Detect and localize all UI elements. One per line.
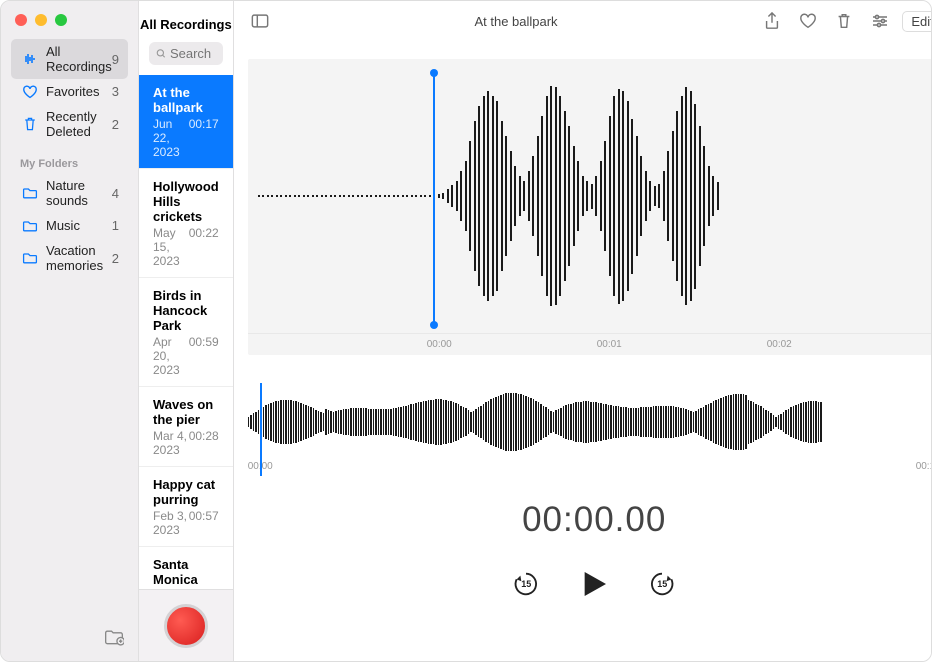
skip-forward-button[interactable]: 15 [648, 570, 676, 598]
overview-timeline: 00:00 00:17 [248, 461, 932, 472]
search-icon [156, 47, 166, 60]
recording-item-date: Feb 3, 2023 [153, 509, 189, 537]
recording-item-title: Birds in Hancock Park [153, 288, 219, 333]
recording-item-title: Hollywood Hills crickets [153, 179, 219, 224]
playback-controls: 15 15 [234, 568, 932, 600]
recording-title: At the ballpark [274, 14, 759, 29]
recording-item[interactable]: Santa Monica BeachJan 24, 202302:12 [139, 547, 233, 589]
recording-item-title: Happy cat purring [153, 477, 219, 507]
favorite-button[interactable] [794, 9, 822, 33]
playhead[interactable] [433, 73, 435, 325]
recording-item[interactable]: Happy cat purringFeb 3, 202300:57 [139, 467, 233, 547]
play-icon [578, 568, 610, 600]
record-footer [139, 589, 233, 661]
recording-item-duration: 00:22 [189, 226, 219, 268]
heart-icon [20, 85, 40, 99]
trash-icon [835, 12, 853, 30]
recordings-list: At the ballparkJun 22, 202300:17Hollywoo… [139, 75, 233, 589]
zoom-timeline: 00:00 00:01 00:02 [248, 333, 932, 355]
minimize-window-button[interactable] [35, 14, 47, 26]
toggle-sidebar-button[interactable] [246, 9, 274, 33]
share-icon [763, 12, 781, 30]
recording-item-date: Apr 20, 2023 [153, 335, 189, 377]
waveform-zoom-view[interactable]: 00:00 00:01 00:02 [248, 59, 932, 355]
options-button[interactable] [866, 9, 894, 33]
recordings-panel: All Recordings At the ballparkJun 22, 20… [139, 1, 234, 661]
sidebar-folder-music[interactable]: Music1 [11, 213, 128, 238]
recordings-header: All Recordings [139, 1, 233, 42]
toolbar: At the ballpark Edit [234, 1, 932, 41]
sidebar-folder-nature-sounds[interactable]: Nature sounds4 [11, 173, 128, 213]
play-button[interactable] [578, 568, 610, 600]
search-field[interactable] [149, 42, 223, 65]
heart-icon [799, 12, 817, 30]
recording-item-date: Mar 4, 2023 [153, 429, 189, 457]
recording-item[interactable]: Hollywood Hills cricketsMay 15, 202300:2… [139, 169, 233, 278]
detail-panel: At the ballpark Edit [234, 1, 932, 661]
record-button[interactable] [164, 604, 208, 648]
new-folder-button[interactable] [104, 628, 124, 651]
recording-item-duration: 00:28 [189, 429, 219, 457]
recording-item-duration: 00:57 [189, 509, 219, 537]
sidebar-list: All Recordings9Favorites3Recently Delete… [1, 36, 138, 618]
folder-icon [20, 219, 40, 233]
my-folders-header: My Folders [11, 144, 128, 173]
time-display: 00:00.00 [234, 500, 932, 540]
recording-item[interactable]: Birds in Hancock ParkApr 20, 202300:59 [139, 278, 233, 387]
recording-item-duration: 00:17 [189, 117, 219, 159]
sidebar-item-favorites[interactable]: Favorites3 [11, 79, 128, 104]
window-controls [1, 1, 138, 36]
recording-item-title: Waves on the pier [153, 397, 219, 427]
recording-item[interactable]: At the ballparkJun 22, 202300:17 [139, 75, 233, 169]
recording-item-title: Santa Monica Beach [153, 557, 219, 589]
recording-item[interactable]: Waves on the pierMar 4, 202300:28 [139, 387, 233, 467]
edit-button[interactable]: Edit [902, 11, 932, 32]
folder-icon [20, 186, 40, 200]
close-window-button[interactable] [15, 14, 27, 26]
overview-playhead[interactable] [260, 383, 263, 476]
search-input[interactable] [170, 46, 216, 61]
waveform-overview[interactable]: 00:00 00:17 [248, 387, 932, 472]
skip-back-button[interactable]: 15 [512, 570, 540, 598]
recording-item-date: May 15, 2023 [153, 226, 189, 268]
trash-icon [20, 116, 40, 132]
folder-icon [20, 251, 40, 265]
sidebar-folder-vacation-memories[interactable]: Vacation memories2 [11, 238, 128, 278]
sidebar-item-all-recordings[interactable]: All Recordings9 [11, 39, 128, 79]
recording-item-date: Jun 22, 2023 [153, 117, 189, 159]
maximize-window-button[interactable] [55, 14, 67, 26]
sliders-icon [871, 12, 889, 30]
recording-item-duration: 00:59 [189, 335, 219, 377]
delete-button[interactable] [830, 9, 858, 33]
recording-item-title: At the ballpark [153, 85, 219, 115]
share-button[interactable] [758, 9, 786, 33]
sidebar-item-recently-deleted[interactable]: Recently Deleted2 [11, 104, 128, 144]
waveform-icon [20, 52, 40, 66]
sidebar: All Recordings9Favorites3Recently Delete… [1, 1, 139, 661]
